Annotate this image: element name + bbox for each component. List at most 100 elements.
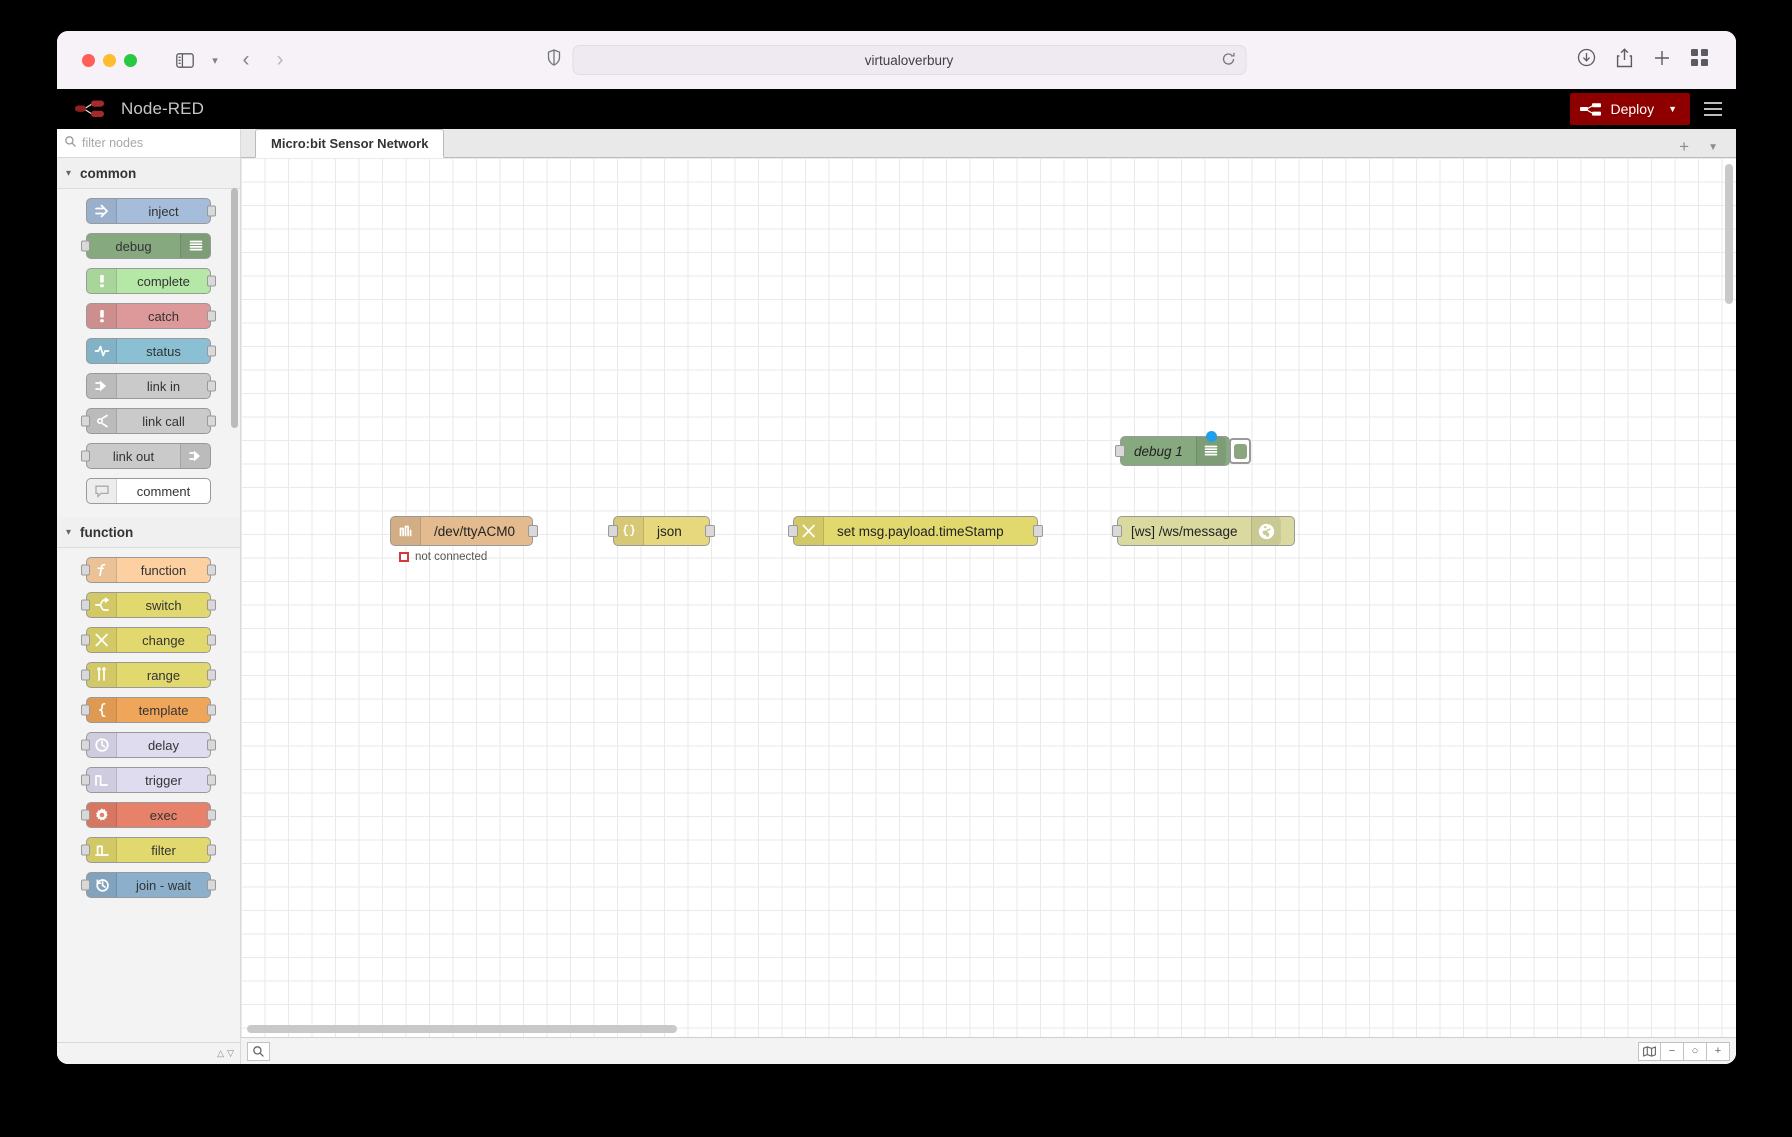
flow-node-label: [ws] /ws/message — [1131, 523, 1238, 539]
search-flows-button[interactable] — [247, 1041, 270, 1061]
filter-step-icon — [87, 838, 117, 862]
browser-toolbar: ▾ ‹ › virtualoverbury — [57, 31, 1736, 89]
palette-node-status[interactable]: status — [86, 338, 216, 364]
palette-node-port-out — [207, 879, 216, 891]
zoom-in-button[interactable]: + — [1707, 1041, 1730, 1061]
palette-category-items: function switch change range template delay tr… — [57, 548, 240, 911]
palette-node-port-out — [207, 310, 216, 322]
share-icon[interactable] — [1616, 47, 1633, 73]
palette-node-link-call[interactable]: link call — [81, 408, 216, 434]
reload-icon[interactable] — [1221, 52, 1235, 69]
palette-node-inject[interactable]: inject — [86, 198, 216, 224]
main-menu-button[interactable] — [1690, 89, 1736, 129]
flow-node-serial[interactable]: /dev/ttyACM0 not connected — [390, 516, 538, 563]
palette-node-port-out — [207, 380, 216, 392]
tab-overview-icon[interactable] — [1691, 49, 1708, 71]
palette-footer: △ ▽ — [57, 1042, 240, 1064]
pulse-wave-icon — [87, 339, 117, 363]
url-text: virtualoverbury — [864, 52, 954, 68]
flow-node-port-in[interactable] — [1112, 525, 1122, 537]
window-controls[interactable] — [82, 53, 137, 67]
palette-node-range[interactable]: range — [81, 662, 216, 688]
flow-tab-label: Micro:bit Sensor Network — [271, 136, 429, 151]
flow-node-port-out[interactable] — [1033, 525, 1043, 537]
palette-node-debug[interactable]: debug — [81, 233, 211, 259]
debug-enable-toggle[interactable] — [1229, 438, 1251, 464]
privacy-shield-icon[interactable] — [547, 49, 560, 71]
flow-node-debug[interactable]: debug 1 — [1115, 431, 1251, 466]
zoom-reset-button[interactable]: ○ — [1684, 1041, 1707, 1061]
navigator-map-icon[interactable] — [1638, 1041, 1661, 1061]
clock-icon — [87, 733, 117, 757]
canvas-vertical-scrollbar[interactable] — [1725, 164, 1733, 304]
deploy-button[interactable]: Deploy ▼ — [1570, 93, 1690, 125]
maximize-window-button[interactable] — [124, 53, 137, 67]
palette-node-template[interactable]: template — [81, 697, 216, 723]
flow-node-json[interactable]: json — [608, 516, 715, 546]
close-window-button[interactable] — [82, 53, 95, 67]
flow-node-ws[interactable]: [ws] /ws/message — [1112, 516, 1295, 546]
palette-node-join-wait[interactable]: join - wait — [81, 872, 216, 898]
palette-node-catch[interactable]: catch — [86, 303, 216, 329]
minimize-window-button[interactable] — [103, 53, 116, 67]
palette-node-trigger[interactable]: trigger — [81, 767, 216, 793]
palette-category-common[interactable]: ▾ common — [57, 158, 240, 189]
filter-nodes-input[interactable] — [82, 136, 232, 150]
flow-tab[interactable]: Micro:bit Sensor Network — [255, 129, 445, 158]
url-input[interactable]: virtualoverbury — [572, 45, 1246, 75]
expand-all-icon[interactable]: ▽ — [227, 1048, 234, 1059]
palette-node-label: template — [138, 702, 189, 718]
palette-node-exec[interactable]: exec — [81, 802, 216, 828]
forward-button[interactable]: › — [263, 48, 297, 72]
palette-node-label: range — [146, 667, 181, 683]
deploy-dropdown-icon[interactable]: ▼ — [1668, 104, 1686, 114]
palette-node-port-out — [207, 634, 216, 646]
back-button[interactable]: ‹ — [229, 48, 263, 72]
collapse-all-icon[interactable]: △ — [217, 1048, 224, 1059]
palette-node-port-in — [81, 704, 90, 716]
inject-arrow-icon — [87, 199, 117, 223]
pulse-step-icon — [87, 768, 117, 792]
palette-node-label: exec — [149, 807, 178, 823]
palette-node-port-out — [207, 415, 216, 427]
flow-canvas[interactable]: /dev/ttyACM0 not connected json set msg.pay… — [241, 158, 1736, 1037]
palette-node-port-in — [81, 415, 90, 427]
flow-node-port-out[interactable] — [705, 525, 715, 537]
canvas-grid — [241, 158, 1736, 1037]
chevron-down-icon: ▾ — [66, 167, 72, 179]
palette-node-port-out — [207, 599, 216, 611]
palette-category-function[interactable]: ▾ function — [57, 517, 240, 548]
flow-node-change[interactable]: set msg.payload.timeStamp — [788, 516, 1043, 546]
zoom-out-button[interactable]: − — [1661, 1041, 1684, 1061]
palette-node-link-in[interactable]: link in — [86, 373, 216, 399]
palette-node-complete[interactable]: complete — [86, 268, 216, 294]
palette-scrollbar[interactable] — [231, 188, 238, 428]
flow-node-port-in[interactable] — [608, 525, 618, 537]
palette-node-comment[interactable]: comment — [86, 478, 211, 504]
flow-node-port-out[interactable] — [528, 525, 538, 537]
chevron-down-icon[interactable]: ▾ — [201, 47, 229, 73]
palette-node-label: inject — [148, 203, 179, 219]
comment-bubble-icon — [87, 479, 117, 503]
sidebar-icon[interactable] — [171, 47, 199, 73]
palette-node-delay[interactable]: delay — [81, 732, 216, 758]
palette-node-link-out[interactable]: link out — [81, 443, 211, 469]
flow-node-port-in[interactable] — [1115, 445, 1125, 457]
palette-node-port-out — [207, 809, 216, 821]
canvas-horizontal-scrollbar[interactable] — [247, 1025, 677, 1033]
palette-filter-row[interactable] — [57, 129, 240, 158]
new-tab-icon[interactable] — [1653, 49, 1671, 72]
flow-node-port-in[interactable] — [788, 525, 798, 537]
link-arrow-icon — [87, 374, 117, 398]
palette-category-label: function — [80, 524, 134, 540]
palette-node-function[interactable]: function — [81, 557, 216, 583]
download-icon[interactable] — [1577, 48, 1596, 72]
add-flow-button[interactable]: + — [1679, 137, 1689, 157]
palette-node-switch[interactable]: switch — [81, 592, 216, 618]
palette-node-filter[interactable]: filter — [81, 837, 216, 863]
palette-node-change[interactable]: change — [81, 627, 216, 653]
hamburger-line — [1704, 114, 1722, 116]
palette-category-label: common — [80, 165, 137, 181]
flow-list-menu-icon[interactable]: ▼ — [1708, 142, 1718, 153]
palette-node-label: complete — [137, 273, 190, 289]
